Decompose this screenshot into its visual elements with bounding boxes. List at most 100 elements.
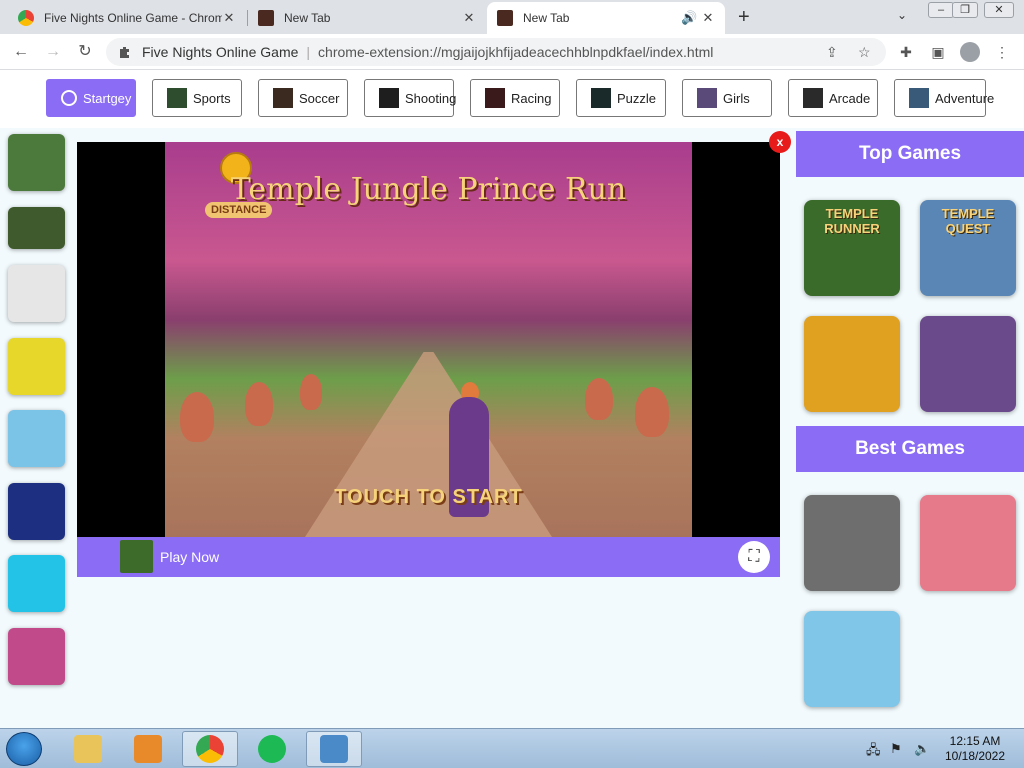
minimize-button[interactable]: – <box>928 2 954 18</box>
category-startgey[interactable]: Startgey <box>46 79 136 117</box>
tab-title: Five Nights Online Game - Chrom <box>44 11 222 25</box>
address-divider: | <box>306 44 311 60</box>
game-thumb-stickman[interactable] <box>8 265 65 322</box>
category-label: Girls <box>723 90 750 106</box>
category-thumb-icon <box>803 88 823 108</box>
top-game-temple-quest[interactable]: TEMPLE QUEST <box>920 200 1016 296</box>
category-sports[interactable]: Sports <box>152 79 242 117</box>
game-thumb-pipe-puzzle[interactable] <box>8 338 65 395</box>
taskbar-chrome[interactable] <box>182 731 238 767</box>
play-now-label[interactable]: Play Now <box>160 549 219 565</box>
new-tab-button[interactable]: + <box>738 6 750 29</box>
game-thumb-huggy-wuggy[interactable] <box>8 483 65 540</box>
game-thumb-forest-shooter[interactable] <box>8 207 65 249</box>
avatar-icon <box>960 42 980 62</box>
category-puzzle[interactable]: Puzzle <box>576 79 666 117</box>
close-game-button[interactable]: x <box>769 131 791 153</box>
top-game-temple-runner[interactable]: TEMPLE RUNNER <box>804 200 900 296</box>
forward-button[interactable]: → <box>42 41 64 63</box>
top-game-jungle-run[interactable] <box>920 316 1016 412</box>
category-label: Puzzle <box>617 90 657 106</box>
bookmark-star-icon[interactable]: ☆ <box>858 44 871 61</box>
top-game-label: TEMPLE RUNNER <box>824 206 880 236</box>
category-shooting[interactable]: Shooting <box>364 79 456 117</box>
tab-five-nights[interactable]: Five Nights Online Game - Chrom ✕ <box>8 2 246 34</box>
game-thumb-meteor-hunter[interactable] <box>8 628 65 685</box>
extension-puzzle-icon <box>120 47 129 58</box>
palm-tree-icon <box>245 382 273 426</box>
category-label: Racing <box>511 90 552 106</box>
category-label: Soccer <box>299 90 340 106</box>
palm-tree-icon <box>635 387 669 437</box>
game-thumb-spider-hero[interactable] <box>8 555 65 612</box>
game-canvas[interactable]: DISTANCE Temple Jungle Prince Run TOUCH … <box>165 142 692 537</box>
taskbar-control-panel[interactable] <box>306 731 362 767</box>
start-button[interactable] <box>6 732 42 766</box>
play-bar: Play Now ⛶ <box>77 537 780 577</box>
best-game-stick-squad[interactable] <box>804 495 900 591</box>
taskbar-media-player[interactable] <box>120 731 176 767</box>
palm-tree-icon <box>180 392 214 442</box>
side-panel-icon[interactable]: ▣ <box>928 42 948 62</box>
five-nights-favicon-icon <box>258 10 274 26</box>
touch-to-start-label[interactable]: TOUCH TO START <box>165 486 692 509</box>
tab-title: New Tab <box>523 11 570 25</box>
maximize-button[interactable]: ❐ <box>952 2 978 18</box>
close-tab-icon[interactable]: ✕ <box>701 10 715 26</box>
share-icon[interactable]: ⇪ <box>826 44 838 61</box>
reload-button[interactable]: ↻ <box>74 41 96 63</box>
speaker-icon[interactable]: 🔊 <box>681 10 697 26</box>
menu-kebab-icon[interactable]: ⋮ <box>992 42 1012 62</box>
folder-icon <box>74 735 102 763</box>
control-panel-icon <box>320 735 348 763</box>
five-nights-favicon-icon <box>497 10 513 26</box>
category-thumb-icon <box>591 88 611 108</box>
category-soccer[interactable]: Soccer <box>258 79 348 117</box>
category-label: Startgey <box>83 90 132 106</box>
game-frame[interactable]: DISTANCE Temple Jungle Prince Run TOUCH … <box>77 142 780 537</box>
address-bar[interactable]: Five Nights Online Game | chrome-extensi… <box>106 38 886 66</box>
game-thumb-car-racing[interactable] <box>8 410 65 467</box>
close-tab-icon[interactable]: ✕ <box>222 10 236 26</box>
game-controller-icon <box>61 90 77 106</box>
category-adventure[interactable]: Adventure <box>894 79 994 117</box>
profile-button[interactable] <box>960 42 980 62</box>
system-clock[interactable]: 12:15 AM 10/18/2022 <box>940 734 1010 764</box>
tab-strip: Five Nights Online Game - Chrom ✕ New Ta… <box>0 0 1024 34</box>
tab-search-icon[interactable]: ⌄ <box>897 8 907 22</box>
category-thumb-icon <box>485 88 505 108</box>
category-girls[interactable]: Girls <box>682 79 772 117</box>
game-road <box>305 352 552 537</box>
category-thumb-icon <box>273 88 293 108</box>
taskbar-explorer[interactable] <box>60 731 116 767</box>
chrome-icon <box>196 735 224 763</box>
category-arcade[interactable]: Arcade <box>788 79 878 117</box>
chrome-icon <box>18 10 34 26</box>
category-racing[interactable]: Racing <box>470 79 560 117</box>
category-label: Arcade <box>829 90 871 106</box>
best-games-heading: Best Games <box>796 426 1024 472</box>
palm-tree-icon <box>300 374 322 410</box>
close-window-button[interactable]: ✕ <box>984 2 1014 18</box>
fullscreen-icon[interactable]: ⛶ <box>738 541 770 573</box>
category-label: Adventure <box>935 90 995 106</box>
close-tab-icon[interactable]: ✕ <box>462 10 476 26</box>
tab-new-1[interactable]: New Tab ✕ <box>248 2 486 34</box>
category-thumb-icon <box>697 88 717 108</box>
browser-toolbar: ← → ↻ Five Nights Online Game | chrome-e… <box>0 34 1024 70</box>
game-thumb-thief[interactable] <box>8 134 65 191</box>
extensions-icon[interactable]: ✚ <box>896 42 916 62</box>
volume-icon[interactable]: 🔈 <box>914 741 930 757</box>
top-games-heading: Top Games <box>796 131 1024 177</box>
best-game-red-tower[interactable] <box>920 495 1016 591</box>
top-game-tiki-mask[interactable] <box>804 316 900 412</box>
taskbar-spotify[interactable] <box>244 731 300 767</box>
category-thumb-icon <box>167 88 187 108</box>
network-icon[interactable]: 🖧 <box>866 741 881 763</box>
clock-date: 10/18/2022 <box>944 749 1006 763</box>
category-thumb-icon <box>379 88 399 108</box>
tab-new-2[interactable]: New Tab 🔊 ✕ <box>487 2 725 34</box>
action-center-flag-icon[interactable]: ⚑ <box>890 741 902 757</box>
back-button[interactable]: ← <box>10 41 32 63</box>
best-game-dressup-girl[interactable] <box>804 611 900 707</box>
